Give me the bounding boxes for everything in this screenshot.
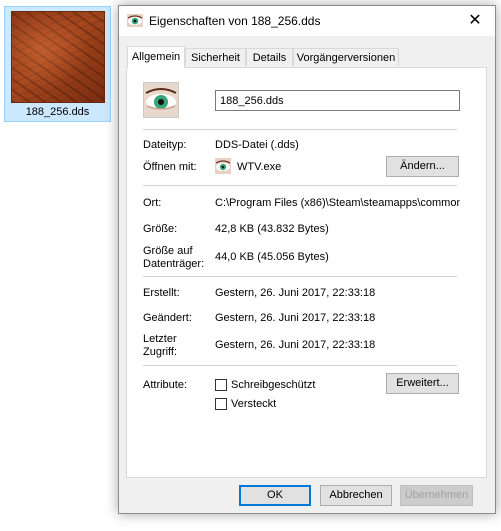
letzter-zugriff-label-line2: Zugriff: — [143, 346, 178, 358]
geaendert-label: Geändert: — [143, 312, 192, 324]
eye-icon — [215, 158, 231, 174]
title-bar[interactable]: Eigenschaften von 188_256.dds ✕ — [119, 6, 495, 36]
schreibgeschuetzt-checkbox[interactable] — [215, 379, 227, 391]
divider — [143, 365, 457, 366]
erweitert-button[interactable]: Erweitert... — [386, 373, 459, 394]
file-thumbnail — [11, 11, 105, 103]
schreibgeschuetzt-label[interactable]: Schreibgeschützt — [231, 379, 315, 391]
dateityp-value: DDS-Datei (.dds) — [215, 139, 299, 151]
close-button[interactable]: ✕ — [455, 6, 495, 36]
aendern-button[interactable]: Ändern... — [386, 156, 459, 177]
groesse-auf-value: 44,0 KB (45.056 Bytes) — [215, 251, 329, 263]
tab-vorgaengerversionen[interactable]: Vorgängerversionen — [293, 48, 399, 66]
geaendert-value: Gestern, 26. Juni 2017, 22:33:18 — [215, 312, 376, 324]
dateityp-label: Dateityp: — [143, 139, 187, 151]
divider — [143, 276, 457, 277]
divider — [143, 185, 457, 186]
ort-label: Ort: — [143, 197, 162, 209]
oeffnen-mit-label: Öffnen mit: — [143, 161, 197, 173]
properties-dialog: Eigenschaften von 188_256.dds ✕ Allgemei… — [118, 5, 496, 514]
letzter-zugriff-label-line1: Letzter — [143, 333, 177, 345]
groesse-auf-label-line2: Datenträger: — [143, 258, 205, 270]
dialog-title: Eigenschaften von 188_256.dds — [149, 14, 321, 28]
versteckt-checkbox[interactable] — [215, 398, 227, 410]
tab-allgemein[interactable]: Allgemein — [127, 46, 185, 68]
tab-panel-allgemein: Dateityp: DDS-Datei (.dds) Öffnen mit: W… — [126, 67, 487, 478]
desktop-file-item[interactable]: 188_256.dds — [4, 6, 111, 122]
abbrechen-button[interactable]: Abbrechen — [320, 485, 392, 506]
versteckt-label[interactable]: Versteckt — [231, 398, 276, 410]
tab-details[interactable]: Details — [246, 48, 293, 66]
groesse-value: 42,8 KB (43.832 Bytes) — [215, 223, 329, 235]
erstellt-value: Gestern, 26. Juni 2017, 22:33:18 — [215, 287, 376, 299]
letzter-zugriff-value: Gestern, 26. Juni 2017, 22:33:18 — [215, 339, 376, 351]
erstellt-label: Erstellt: — [143, 287, 180, 299]
ok-button[interactable]: OK — [239, 485, 311, 506]
tab-sicherheit[interactable]: Sicherheit — [185, 48, 246, 66]
close-icon: ✕ — [468, 12, 482, 29]
groesse-label: Größe: — [143, 223, 178, 235]
ort-value[interactable]: C:\Program Files (x86)\Steam\steamapps\c… — [215, 197, 460, 210]
file-name-input[interactable] — [215, 90, 460, 111]
divider — [143, 129, 457, 130]
oeffnen-mit-value: WTV.exe — [237, 161, 282, 173]
eye-icon — [143, 82, 179, 118]
uebernehmen-button[interactable]: Übernehmen — [400, 485, 473, 506]
groesse-auf-label-line1: Größe auf — [143, 245, 193, 257]
desktop-file-name: 188_256.dds — [25, 106, 90, 118]
eye-icon — [127, 14, 143, 27]
attribute-label: Attribute: — [143, 379, 188, 391]
